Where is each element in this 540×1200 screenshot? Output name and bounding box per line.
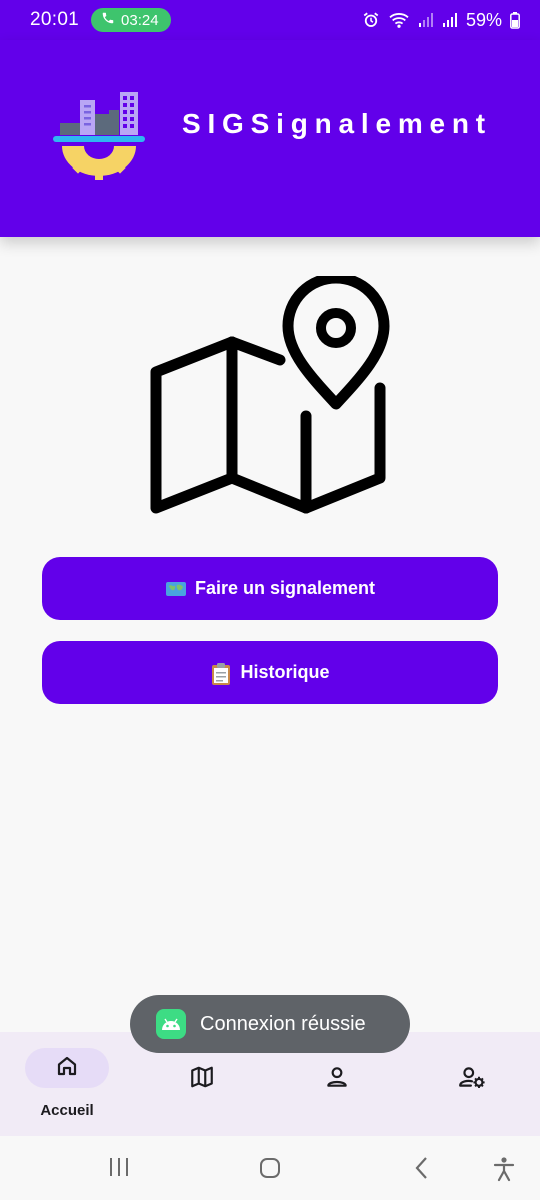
back-icon[interactable] — [412, 1156, 432, 1185]
report-button-label: Faire un signalement — [194, 578, 376, 598]
person-icon — [324, 1064, 350, 1095]
map-icon — [189, 1064, 215, 1095]
toast-message: Connexion réussie — [200, 1012, 366, 1035]
nav-item-account-settings[interactable] — [422, 1064, 522, 1144]
status-icons: 59% — [362, 10, 520, 31]
home-circle-icon[interactable] — [258, 1156, 282, 1185]
nav-label-home: Accueil — [40, 1102, 94, 1119]
screen: 20:01 03:24 59% SIGSignalement Faire un … — [0, 0, 540, 1200]
ongoing-call-pill[interactable]: 03:24 — [91, 8, 171, 32]
report-button[interactable]: Faire un signalement — [42, 557, 498, 620]
map-pin-icon — [148, 272, 392, 520]
recent-apps-icon[interactable] — [108, 1156, 130, 1183]
call-duration: 03:24 — [121, 11, 159, 29]
status-bar: 20:01 03:24 59% — [0, 0, 540, 40]
battery-icon — [510, 11, 520, 29]
accessibility-icon[interactable] — [492, 1156, 516, 1187]
status-time: 20:01 — [30, 9, 80, 30]
history-button-label: Historique — [240, 662, 330, 682]
app-title: SIGSignalement — [182, 108, 492, 139]
signal-icon — [442, 12, 458, 28]
nav-active-indicator — [25, 1048, 109, 1088]
system-navigation-bar — [0, 1136, 540, 1200]
login-success-toast: Connexion réussie — [130, 995, 410, 1053]
alarm-icon — [362, 11, 380, 29]
home-icon — [55, 1054, 79, 1083]
nav-item-home[interactable]: Accueil — [17, 1048, 117, 1128]
battery-text: 59% — [465, 9, 502, 30]
city-gear-logo — [50, 90, 150, 190]
phone-icon — [101, 11, 115, 29]
android-icon — [156, 1009, 186, 1039]
world-map-icon — [165, 579, 187, 599]
wifi-icon — [388, 11, 410, 29]
signal-icon — [418, 12, 434, 28]
app-header: SIGSignalement — [0, 40, 540, 237]
nav-item-map[interactable] — [152, 1064, 252, 1144]
clipboard-icon — [210, 662, 232, 685]
person-settings-icon — [458, 1064, 486, 1095]
nav-item-profile[interactable] — [287, 1064, 387, 1144]
history-button[interactable]: Historique — [42, 641, 498, 704]
